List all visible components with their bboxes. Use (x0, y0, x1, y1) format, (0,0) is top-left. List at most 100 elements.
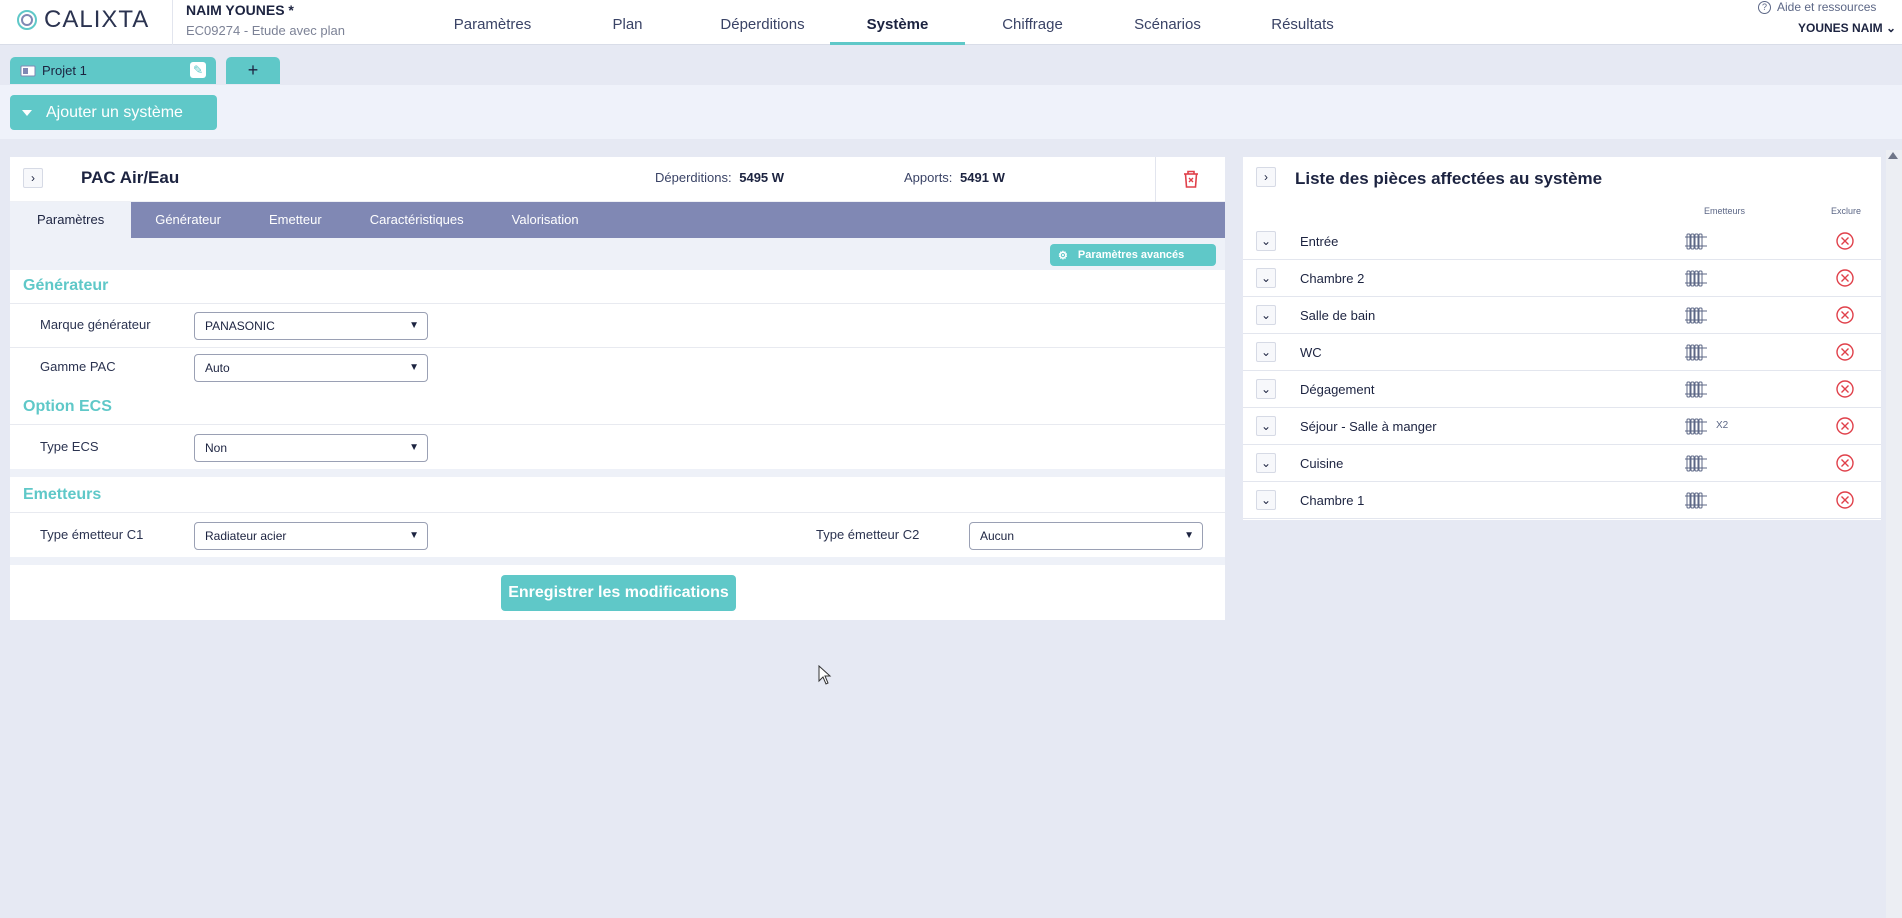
radiator-icon[interactable] (1685, 341, 1707, 363)
add-system-button[interactable]: Ajouter un système (10, 95, 217, 130)
expand-room-button[interactable]: ⌄ (1256, 231, 1276, 251)
calixta-logo[interactable]: CALIXTA (16, 6, 149, 34)
room-label: Entrée (1300, 234, 1339, 249)
logo-text: CALIXTA (44, 6, 150, 33)
divider (10, 347, 1225, 348)
advanced-settings-button[interactable]: ⚙ Paramètres avancés (1050, 244, 1216, 266)
collapse-rooms-button[interactable]: › (1256, 167, 1276, 187)
radiator-icon[interactable] (1685, 415, 1707, 437)
nav-systeme[interactable]: Système (830, 0, 965, 45)
tab-projet-1[interactable]: Projet 1 ✎ (10, 57, 216, 84)
scroll-up-icon[interactable] (1888, 152, 1898, 159)
exclude-icon[interactable] (1835, 453, 1855, 473)
exclude-icon[interactable] (1835, 305, 1855, 325)
nav-plan[interactable]: Plan (560, 0, 695, 45)
c1-select[interactable]: Radiateur acier ▼ (194, 522, 428, 550)
tab-valorisation[interactable]: Valorisation (488, 202, 603, 238)
user-menu[interactable]: YOUNES NAIM ⌄ (1798, 21, 1896, 35)
section-generateur: Générateur (23, 277, 109, 294)
marque-select[interactable]: PANASONIC ▼ (194, 312, 428, 340)
chevron-down-icon: ▼ (409, 320, 419, 331)
exclude-icon[interactable] (1835, 342, 1855, 362)
edit-icon[interactable]: ✎ (190, 62, 206, 78)
logo-icon (17, 10, 37, 30)
room-row: ⌄ Chambre 2 (1243, 260, 1881, 297)
room-label: Dégagement (1300, 382, 1375, 397)
tab-parametres[interactable]: Paramètres (10, 202, 132, 238)
deperditions-metric: Déperditions: 5495 W (655, 170, 784, 185)
room-row: ⌄ Cuisine (1243, 445, 1881, 482)
chevron-down-icon: ▼ (409, 362, 419, 373)
radiator-icon[interactable] (1685, 489, 1707, 511)
advanced-settings-label: Paramètres avancés (1077, 249, 1185, 261)
section-gap (10, 557, 1225, 565)
radiator-icon[interactable] (1685, 267, 1707, 289)
delete-system-area (1155, 157, 1225, 202)
expand-room-button[interactable]: ⌄ (1256, 490, 1276, 510)
chevron-down-icon: ▼ (1184, 530, 1194, 541)
nav-parametres[interactable]: Paramètres (425, 0, 560, 45)
exclude-icon[interactable] (1835, 268, 1855, 288)
nav-resultats[interactable]: Résultats (1235, 0, 1370, 45)
col-emetteurs: Emetteurs (1704, 206, 1746, 216)
room-label: WC (1300, 345, 1322, 360)
ecs-value: Non (205, 441, 228, 455)
gamme-select[interactable]: Auto ▼ (194, 354, 428, 382)
c1-value: Radiateur acier (205, 529, 287, 543)
room-label: Salle de bain (1300, 308, 1376, 323)
radiator-icon[interactable] (1685, 378, 1707, 400)
col-exclure: Exclure (1831, 206, 1862, 216)
advanced-row: ⚙ Paramètres avancés (10, 238, 1225, 270)
add-project-button[interactable]: + (226, 57, 280, 84)
trash-icon[interactable] (1182, 169, 1200, 189)
radiator-icon[interactable] (1685, 304, 1707, 326)
expand-room-button[interactable]: ⌄ (1256, 379, 1276, 399)
apports-label: Apports: (904, 170, 953, 185)
ecs-select[interactable]: Non ▼ (194, 434, 428, 462)
divider (10, 303, 1225, 304)
radiator-icon[interactable] (1685, 230, 1707, 252)
expand-room-button[interactable]: ⌄ (1256, 268, 1276, 288)
collapse-system-button[interactable]: › (23, 168, 43, 188)
nav-deperditions[interactable]: Déperditions (695, 0, 830, 45)
exclude-icon[interactable] (1835, 231, 1855, 251)
room-row: ⌄ Entrée (1243, 223, 1881, 260)
system-header: › PAC Air/Eau Déperditions: 5495 W Appor… (10, 157, 1225, 202)
expand-room-button[interactable]: ⌄ (1256, 305, 1276, 325)
tab-emetteur[interactable]: Emetteur (245, 202, 346, 238)
exclude-icon[interactable] (1835, 379, 1855, 399)
rooms-list: ⌄ Entrée ⌄ Chambre 2 ⌄ Salle de bain ⌄ WC ⌄ Dégag… (1243, 223, 1881, 519)
project-subtitle: EC09274 - Etude avec plan (186, 23, 345, 38)
project-tab-label: Projet 1 (42, 63, 87, 78)
tab-generateur[interactable]: Générateur (131, 202, 245, 238)
exclude-icon[interactable] (1835, 490, 1855, 510)
divider (10, 512, 1225, 513)
exclude-icon[interactable] (1835, 416, 1855, 436)
header-divider (172, 0, 173, 45)
nav-chiffrage[interactable]: Chiffrage (965, 0, 1100, 45)
radiator-icon[interactable] (1685, 452, 1707, 474)
divider (10, 424, 1225, 425)
ecs-label: Type ECS (40, 439, 99, 454)
caret-down-icon (22, 109, 32, 116)
save-changes-button[interactable]: Enregistrer les modifications (501, 575, 736, 611)
room-label: Séjour - Salle à manger (1300, 419, 1437, 434)
scrollbar[interactable] (1886, 150, 1902, 918)
expand-room-button[interactable]: ⌄ (1256, 416, 1276, 436)
section-gap (10, 469, 1225, 477)
expand-room-button[interactable]: ⌄ (1256, 342, 1276, 362)
apports-value: 5491 W (960, 170, 1005, 185)
room-label: Cuisine (1300, 456, 1344, 471)
c2-select[interactable]: Aucun ▼ (969, 522, 1203, 550)
system-name: PAC Air/Eau (81, 168, 180, 187)
emitter-count: X2 (1716, 420, 1729, 431)
tab-caracteristiques[interactable]: Caractéristiques (346, 202, 488, 238)
expand-room-button[interactable]: ⌄ (1256, 453, 1276, 473)
gear-icon: ⚙ (1058, 249, 1068, 262)
section-ecs: Option ECS (23, 398, 112, 415)
mouse-cursor-icon (818, 665, 832, 685)
nav-scenarios[interactable]: Scénarios (1100, 0, 1235, 45)
room-row: ⌄ Séjour - Salle à manger X2 (1243, 408, 1881, 445)
action-strip (0, 85, 1902, 139)
help-link[interactable]: ? Aide et ressources (1758, 0, 1876, 14)
